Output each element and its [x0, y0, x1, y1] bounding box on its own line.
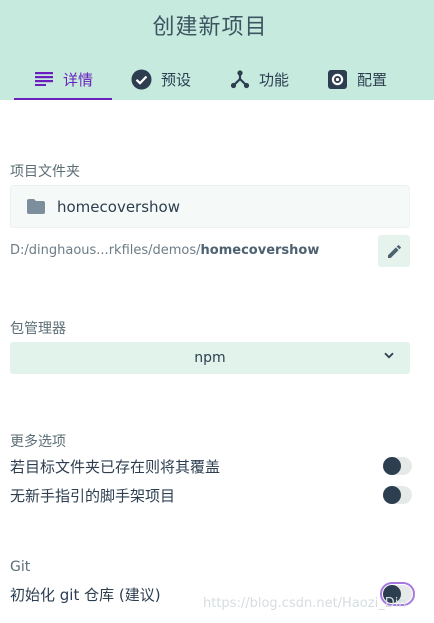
- tab-label: 配置: [356, 70, 387, 89]
- option-row-bare: 无新手指引的脚手架项目: [10, 482, 412, 508]
- toggle-knob: [383, 486, 401, 504]
- tab-label: 功能: [258, 70, 289, 89]
- folder-section-label: 项目文件夹: [10, 164, 80, 180]
- tab-features[interactable]: 功能: [210, 58, 308, 100]
- folder-path-prefix: D:/dinghaous...rkfiles/demos/: [10, 243, 201, 258]
- watermark: https://blog.csdn.net/Haozi_Din: [203, 596, 407, 611]
- gear-icon: [327, 68, 349, 90]
- folder-icon: [27, 199, 45, 214]
- edit-path-button[interactable]: [378, 235, 410, 267]
- overwrite-toggle[interactable]: [383, 457, 412, 475]
- option-label: 若目标文件夹已存在则将其覆盖: [10, 457, 221, 476]
- git-section-label: Git: [10, 559, 31, 575]
- project-folder-field[interactable]: [10, 185, 410, 228]
- fork-icon: [229, 68, 251, 90]
- tab-label: 预设: [160, 70, 191, 89]
- header: 创建新项目 详情 预设 功能 配置: [0, 0, 434, 100]
- folder-path-name: homecovershow: [200, 243, 320, 258]
- tab-label: 详情: [62, 70, 93, 89]
- package-manager-label: 包管理器: [10, 321, 66, 337]
- folder-path: D:/dinghaous...rkfiles/demos/homecoversh…: [10, 243, 319, 258]
- project-folder-input[interactable]: [57, 197, 377, 216]
- bare-scaffold-toggle[interactable]: [383, 486, 412, 504]
- chevron-down-icon: [384, 352, 394, 359]
- tab-config[interactable]: 配置: [308, 58, 406, 100]
- package-manager-value: npm: [194, 350, 226, 366]
- page-title: 创建新项目: [152, 15, 268, 40]
- list-icon: [33, 68, 55, 90]
- tab-presets[interactable]: 预设: [112, 58, 210, 100]
- pencil-icon: [387, 244, 401, 258]
- option-row-overwrite: 若目标文件夹已存在则将其覆盖: [10, 453, 412, 479]
- option-label: 无新手指引的脚手架项目: [10, 486, 176, 505]
- more-options-label: 更多选项: [10, 434, 66, 450]
- check-circle-icon: [131, 68, 153, 90]
- tab-bar: 详情 预设 功能 配置: [14, 58, 406, 100]
- tab-details[interactable]: 详情: [14, 58, 112, 100]
- toggle-knob: [383, 457, 401, 475]
- package-manager-select[interactable]: npm: [10, 342, 410, 374]
